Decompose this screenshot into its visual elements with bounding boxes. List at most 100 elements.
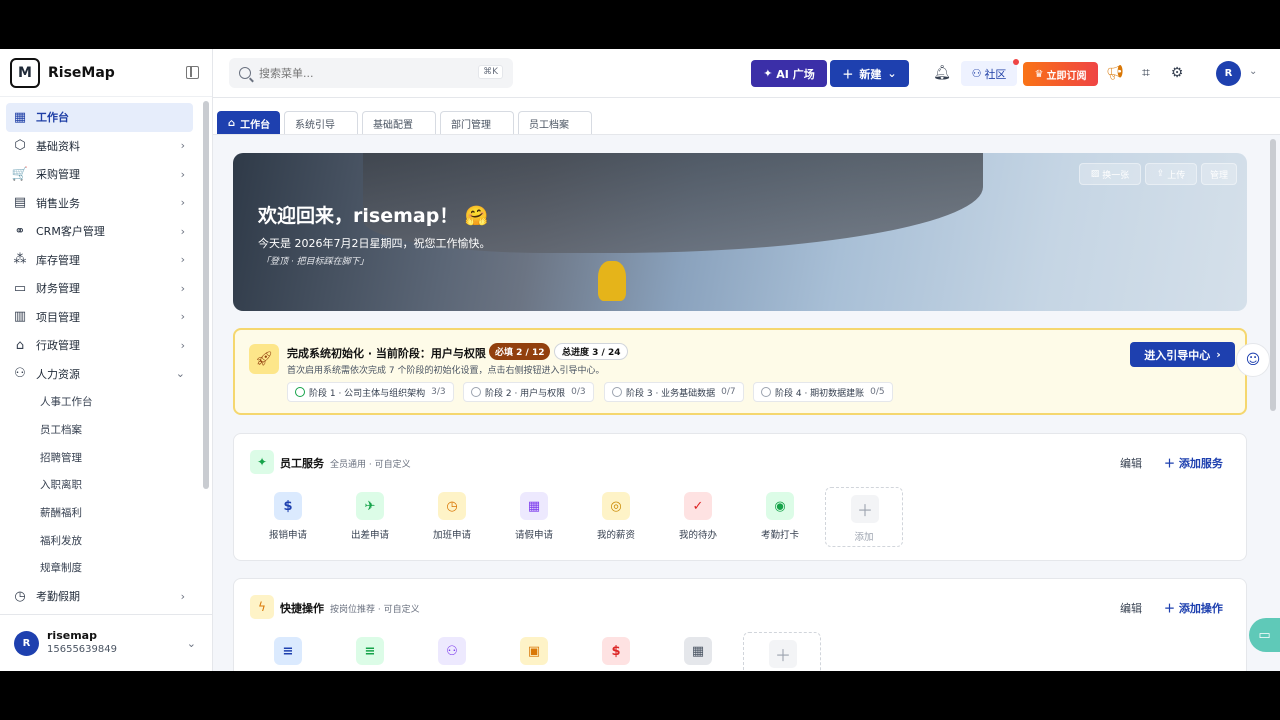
sidebar-scrollbar[interactable] — [203, 101, 209, 489]
sidebar-subitem-recruitment[interactable]: 招聘管理 — [6, 443, 193, 471]
sidebar-item-label: 考勤假期 — [36, 590, 80, 604]
sidebar-item-label: 行政管理 — [36, 339, 80, 353]
quick-action-tile[interactable]: ≡ — [340, 637, 400, 665]
gear-icon[interactable]: ⚙ — [1168, 64, 1186, 82]
tab-bar: ⌂ 工作台 系统引导 基础配置 部门管理 员工档案 — [213, 98, 1280, 135]
edit-button[interactable]: 编辑 — [1120, 455, 1142, 471]
quick-action-tile[interactable]: ▣ — [504, 637, 564, 665]
sidebar-subitem-policies[interactable]: 规章制度 — [6, 554, 193, 582]
change-image-label: 换一张 — [1102, 170, 1130, 181]
add-action-label: 添加操作 — [1178, 602, 1223, 615]
add-service-tile[interactable]: ＋ 添加 — [825, 487, 903, 547]
ai-assistant-icon[interactable]: ☺ — [1236, 343, 1270, 377]
search-icon — [239, 67, 251, 79]
main-scrollbar[interactable] — [1270, 139, 1276, 411]
quick-action-icon: ▣ — [520, 637, 548, 665]
quick-action-tile[interactable]: $ — [586, 637, 646, 665]
cart-icon: 🛒 — [11, 166, 29, 182]
sidebar-subitem-onboarding[interactable]: 入职离职 — [6, 471, 193, 499]
chevron-down-icon: ⌄ — [186, 637, 196, 650]
upload-icon: ⇪ — [1156, 169, 1165, 179]
sidebar-subitem-benefits[interactable]: 福利发放 — [6, 526, 193, 554]
sidebar-item-sales[interactable]: ▤ 销售业务 › — [6, 189, 193, 218]
add-action-tile[interactable]: ＋ — [743, 632, 821, 671]
sidebar-item-basic-data[interactable]: ⬡ 基础资料 › — [6, 132, 193, 161]
chevron-down-icon[interactable]: ⌄ — [1249, 66, 1257, 77]
stage-chip[interactable]: 阶段 4 · 期初数据建账 0/5 — [753, 382, 893, 402]
service-icon: ◎ — [602, 492, 630, 520]
service-icon: ✓ — [684, 492, 712, 520]
user-card[interactable]: R risemap 15655639849 ⌄ — [0, 614, 212, 671]
card-subtitle: 按岗位推荐 · 可自定义 — [330, 605, 420, 615]
stage-label: 阶段 2 · 用户与权限 — [485, 388, 566, 399]
manage-button[interactable]: 管理 — [1201, 163, 1237, 185]
service-tile[interactable]: ◷ 加班申请 — [422, 492, 482, 541]
sidebar-item-dashboard[interactable]: ▦ 工作台 — [6, 103, 193, 132]
service-tile[interactable]: ✓ 我的待办 — [668, 492, 728, 541]
quick-action-tile[interactable]: ▦ — [668, 637, 728, 665]
avatar[interactable]: R — [1216, 61, 1241, 86]
required-progress-badge: 必填 2 / 12 — [489, 343, 551, 360]
sidebar-item-finance[interactable]: ▭ 财务管理 › — [6, 274, 193, 303]
chevron-right-icon: › — [180, 139, 185, 153]
sidebar-item-attendance[interactable]: ◷ 考勤假期 › — [6, 582, 193, 611]
sidebar-item-admin[interactable]: ⌂ 行政管理 › — [6, 331, 193, 360]
stage-chip[interactable]: 阶段 2 · 用户与权限 0/3 — [463, 382, 594, 402]
upload-button[interactable]: ⇪ 上传 — [1145, 163, 1197, 185]
sidebar-subitem-compensation[interactable]: 薪酬福利 — [6, 499, 193, 527]
community-button[interactable]: ⚇ 社区 — [961, 61, 1017, 86]
sidebar-item-hr[interactable]: ⚇ 人力资源 ⌄ — [6, 360, 193, 389]
total-progress-badge: 总进度 3 / 24 — [554, 343, 629, 360]
stage-label: 阶段 1 · 公司主体与组织架构 — [309, 388, 426, 399]
boxes-icon: ⁂ — [13, 252, 27, 268]
subscribe-button[interactable]: ♛ 立即订阅 — [1023, 62, 1098, 86]
tab-dashboard[interactable]: ⌂ 工作台 — [217, 111, 280, 134]
brand[interactable]: M RiseMap — [0, 49, 212, 97]
edit-button[interactable]: 编辑 — [1120, 600, 1142, 616]
ai-plaza-button[interactable]: ✦ AI 广场 — [751, 60, 827, 87]
sidebar-menu: ▦ 工作台 ⬡ 基础资料 › 🛒 采购管理 › ▤ 销售业务 › ⚭ CRM客户… — [6, 103, 193, 610]
megaphone-icon[interactable]: 📢︎ — [1106, 64, 1124, 82]
tab-employee-files[interactable]: 员工档案 — [518, 111, 592, 134]
card-title: 快捷操作 — [280, 602, 324, 615]
tab-system-guide[interactable]: 系统引导 — [284, 111, 358, 134]
sidebar-subitem-employee-files[interactable]: 员工档案 — [6, 416, 193, 444]
dashboard-icon: ▦ — [13, 109, 27, 125]
service-tile[interactable]: $ 报销申请 — [258, 492, 318, 541]
stage-chip[interactable]: 阶段 3 · 业务基础数据 0/7 — [604, 382, 744, 402]
sidebar-item-projects[interactable]: ▥ 项目管理 › — [6, 303, 193, 332]
tab-department[interactable]: 部门管理 — [440, 111, 514, 134]
add-action-button[interactable]: ＋ 添加操作 — [1164, 600, 1223, 616]
add-service-button[interactable]: ＋ 添加服务 — [1164, 455, 1223, 471]
search-box[interactable]: ⌘K — [229, 58, 513, 88]
sidebar-item-inventory[interactable]: ⁂ 库存管理 › — [6, 246, 193, 275]
service-tile[interactable]: ◎ 我的薪资 — [586, 492, 646, 541]
add-service-label: 添加服务 — [1178, 457, 1223, 470]
enter-guide-button[interactable]: 进入引导中心 › — [1130, 342, 1235, 367]
service-tile[interactable]: ▦ 请假申请 — [504, 492, 564, 541]
stage-chip[interactable]: 阶段 1 · 公司主体与组织架构 3/3 — [287, 382, 454, 402]
sidebar-item-crm[interactable]: ⚭ CRM客户管理 › — [6, 217, 193, 246]
notification-dot — [1013, 59, 1019, 65]
chat-icon[interactable]: ▭ — [1249, 618, 1280, 652]
new-button[interactable]: ＋ 新建 ⌄ — [830, 60, 909, 87]
scan-icon[interactable]: ⌗ — [1137, 64, 1155, 82]
sidebar: M RiseMap ▦ 工作台 ⬡ 基础资料 › 🛒 采购管理 › ▤ 销售业务 — [0, 49, 213, 671]
quick-action-tile[interactable]: ⚇ — [422, 637, 482, 665]
service-tile[interactable]: ◉ 考勤打卡 — [750, 492, 810, 541]
service-icon: ▦ — [520, 492, 548, 520]
sidebar-item-purchase[interactable]: 🛒 采购管理 › — [6, 160, 193, 189]
sidebar-subitem-hr-workbench[interactable]: 人事工作台 — [6, 388, 193, 416]
bell-icon[interactable]: 🔔︎ — [933, 64, 951, 82]
brand-name: RiseMap — [48, 64, 115, 81]
service-tile[interactable]: ✈ 出差申请 — [340, 492, 400, 541]
stage-count: 3/3 — [431, 387, 446, 397]
chevron-right-icon: › — [1216, 348, 1221, 361]
change-image-button[interactable]: ▨ 换一张 — [1079, 163, 1141, 185]
service-label: 加班申请 — [432, 530, 471, 541]
sidebar-collapse-icon[interactable] — [186, 66, 199, 79]
search-input[interactable] — [259, 66, 459, 80]
quick-action-tile[interactable]: ≡ — [258, 637, 318, 665]
user-phone: 15655639849 — [47, 644, 117, 655]
tab-basic-config[interactable]: 基础配置 — [362, 111, 436, 134]
